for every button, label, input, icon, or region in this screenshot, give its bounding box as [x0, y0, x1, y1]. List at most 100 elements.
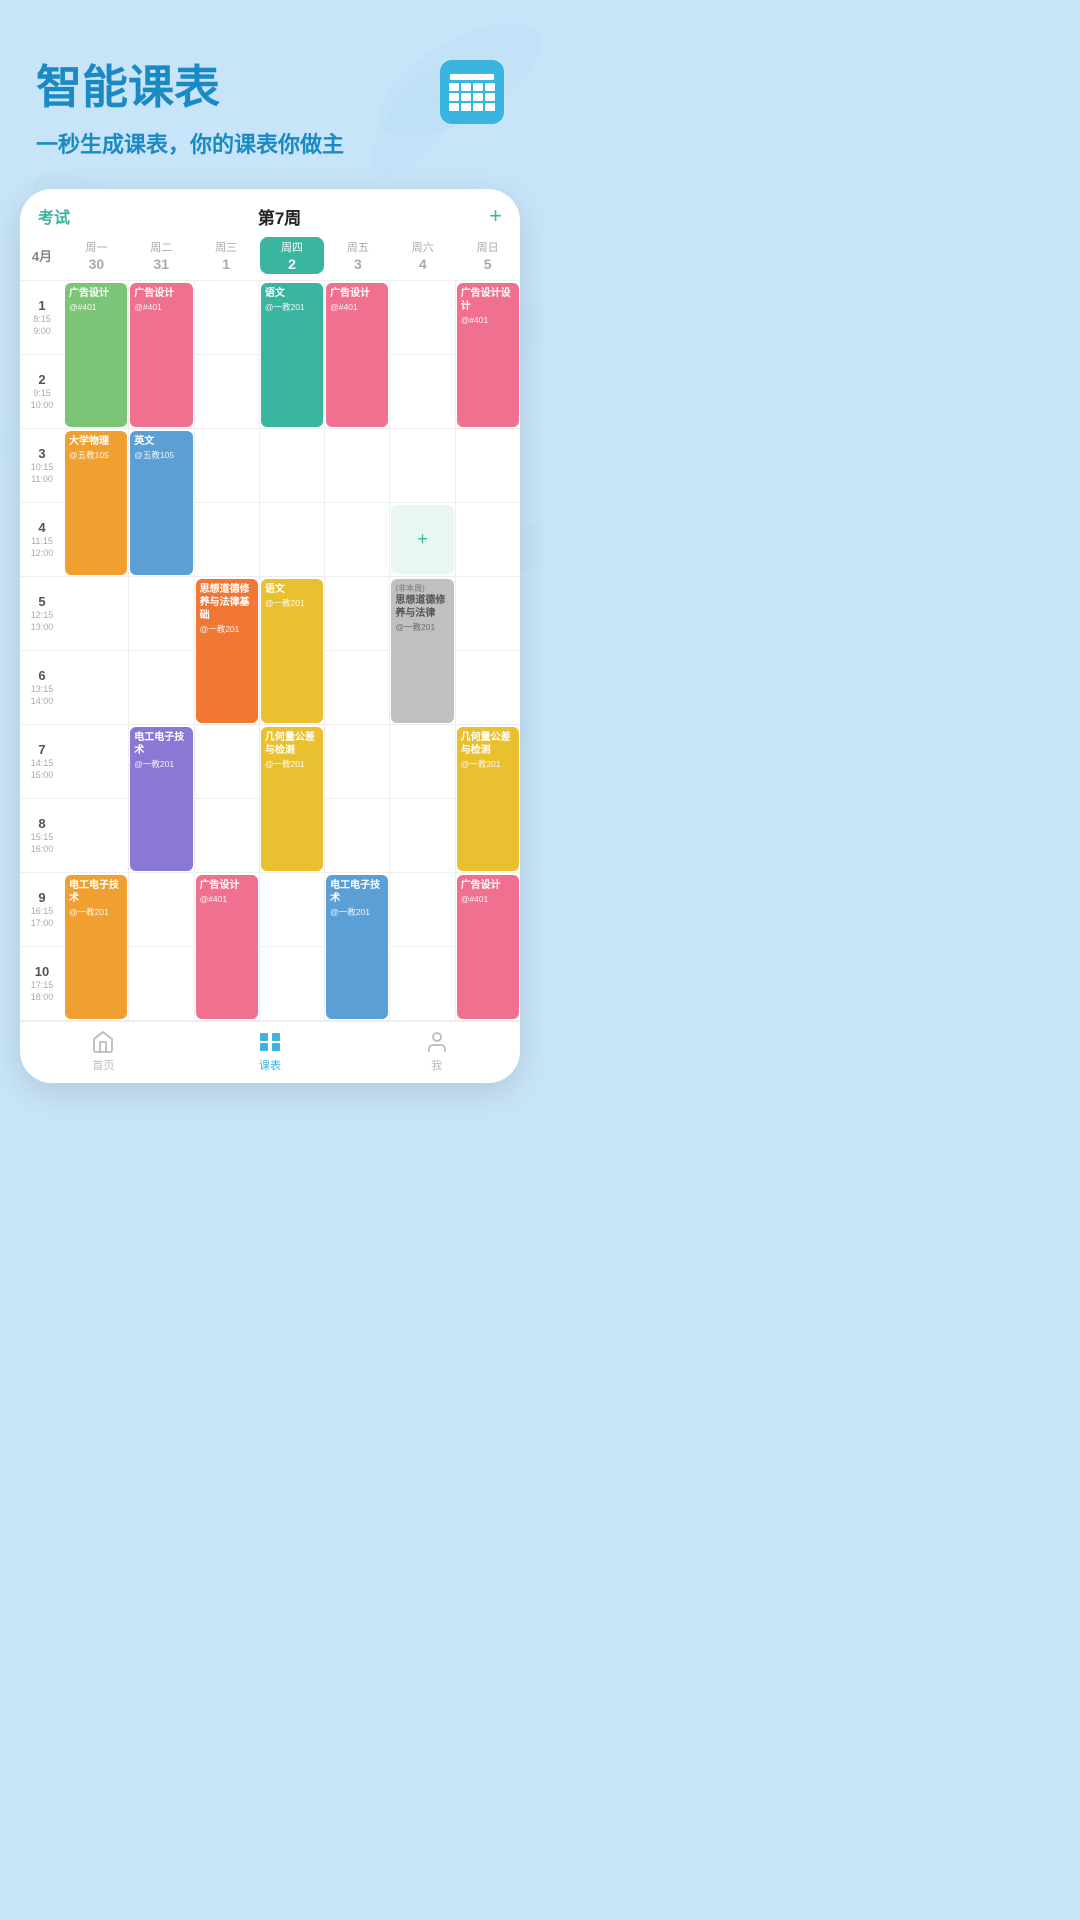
- thu-slot-5[interactable]: 语文 @一教201: [260, 577, 324, 725]
- profile-icon: [425, 1030, 449, 1054]
- mon-slot-1[interactable]: 广告设计 @#401: [64, 281, 128, 429]
- time-slot-10: 10 17:15 18:00: [20, 947, 64, 1021]
- mon-slot-8: [64, 799, 128, 873]
- fri-slot-9[interactable]: 电工电子技术 @一教201: [325, 873, 389, 1021]
- add-course-button[interactable]: +: [489, 203, 502, 229]
- bottom-navigation: 首页 课表 我: [20, 1021, 520, 1083]
- calendar-icon-box[interactable]: [440, 60, 504, 124]
- app-title: 智能课表: [36, 60, 504, 115]
- time-slot-9: 9 16:15 17:00: [20, 873, 64, 947]
- course-ywentue[interactable]: 英文 @五教105: [130, 431, 192, 575]
- course-ggsjtue[interactable]: 广告设计 @#401: [130, 283, 192, 427]
- fri-slot-4: [325, 503, 389, 577]
- day-header-mon: 周一 30: [64, 237, 129, 274]
- sun-slot-9[interactable]: 广告设计 @#401: [456, 873, 520, 1021]
- header-section: 智能课表 一秒生成课表，你的课表你做主: [0, 0, 540, 179]
- wed-slot-3: [195, 429, 259, 503]
- day-header-sun: 周日 5: [455, 237, 520, 274]
- wed-slot-5[interactable]: 思想道德修养与法律基础 @一教201: [195, 577, 259, 725]
- schedule-icon: [258, 1030, 282, 1054]
- nav-item-home[interactable]: 首页: [20, 1030, 187, 1073]
- time-slot-5: 5 12:15 13:00: [20, 577, 64, 651]
- sun-slot-5: [456, 577, 520, 651]
- day-col-friday: 广告设计 @#401 电工电子技术 @一教201: [325, 281, 390, 1021]
- nav-item-profile[interactable]: 我: [353, 1030, 520, 1073]
- fri-slot-1[interactable]: 广告设计 @#401: [325, 281, 389, 429]
- sat-slot-1: [390, 281, 454, 355]
- time-slot-1: 1 8:15 9:00: [20, 281, 64, 355]
- fri-slot-8: [325, 799, 389, 873]
- sat-slot-3: [390, 429, 454, 503]
- mon-slot-9[interactable]: 电工电子技术 @一教201: [64, 873, 128, 1021]
- wed-slot-8: [195, 799, 259, 873]
- wed-slot-2: [195, 355, 259, 429]
- course-ggsjfri[interactable]: 广告设计 @#401: [326, 283, 388, 427]
- sun-slot-7[interactable]: 几何量公差与检测 @一教201: [456, 725, 520, 873]
- course-ggsjwed[interactable]: 广告设计 @#401: [196, 875, 258, 1019]
- nav-item-schedule[interactable]: 课表: [187, 1030, 354, 1073]
- course-ggsjmon[interactable]: 广告设计 @#401: [65, 283, 127, 427]
- day-col-tuesday: 广告设计 @#401 英文 @五教105: [129, 281, 194, 1021]
- course-ywenthu[interactable]: 语文 @一教201: [261, 283, 323, 427]
- day-header-row: 4月 周一 30 周二 31 周三 1 周四 2 周五 3 周六 4 周日 5: [20, 237, 520, 280]
- time-slot-7: 7 14:15 15:00: [20, 725, 64, 799]
- thu-slot-7[interactable]: 几何量公差与检测 @一教201: [260, 725, 324, 873]
- sun-slot-3: [456, 429, 520, 503]
- schedule-grid: 1 8:15 9:00 2 9:15 10:00 3 10:15 11:00 4…: [20, 280, 520, 1021]
- tue-slot-3[interactable]: 英文 @五教105: [129, 429, 193, 577]
- course-sxddsat[interactable]: (非本周) 思想道德修养与法律 @一教201: [391, 579, 453, 723]
- course-dgdztue[interactable]: 电工电子技术 @一教201: [130, 727, 192, 871]
- course-ggsjsun[interactable]: 广告设计设计 @#401: [457, 283, 519, 427]
- time-slot-4: 4 11:15 12:00: [20, 503, 64, 577]
- day-header-sat: 周六 4: [390, 237, 455, 274]
- day-col-wednesday: 思想道德修养与法律基础 @一教201 广告设计 @#401: [195, 281, 260, 1021]
- nav-label-profile: 我: [431, 1057, 442, 1073]
- sat-slot-5[interactable]: (非本周) 思想道德修养与法律 @一教201: [390, 577, 454, 725]
- tue-slot-9: [129, 873, 193, 947]
- phone-mockup: 考试 第7周 + 4月 周一 30 周二 31 周三 1 周四 2 周五 3 周…: [20, 189, 520, 1083]
- wed-slot-1: [195, 281, 259, 355]
- fri-slot-3: [325, 429, 389, 503]
- thu-slot-10: [260, 947, 324, 1021]
- course-dxwlmon[interactable]: 大学物理 @五教105: [65, 431, 127, 575]
- mon-slot-3[interactable]: 大学物理 @五教105: [64, 429, 128, 577]
- course-ggsjsun9[interactable]: 广告设计 @#401: [457, 875, 519, 1019]
- thu-slot-4: [260, 503, 324, 577]
- days-grid: 广告设计 @#401 大学物理 @五教105: [64, 281, 520, 1021]
- month-label: 4月: [32, 246, 52, 265]
- course-dgdzfri[interactable]: 电工电子技术 @一教201: [326, 875, 388, 1019]
- tue-slot-1[interactable]: 广告设计 @#401: [129, 281, 193, 429]
- mon-slot-5: [64, 577, 128, 651]
- tue-slot-7[interactable]: 电工电子技术 @一教201: [129, 725, 193, 873]
- sat-slot-10: [390, 947, 454, 1021]
- fri-slot-6: [325, 651, 389, 725]
- course-jhlsun[interactable]: 几何量公差与检测 @一教201: [457, 727, 519, 871]
- sat-slot-4[interactable]: +: [390, 503, 454, 577]
- thu-slot-1[interactable]: 语文 @一教201: [260, 281, 324, 429]
- home-icon: [91, 1030, 115, 1054]
- day-header-wed: 周三 1: [194, 237, 259, 274]
- course-sxddwed[interactable]: 思想道德修养与法律基础 @一教201: [196, 579, 258, 723]
- time-slot-8: 8 15:15 16:00: [20, 799, 64, 873]
- wed-slot-4: [195, 503, 259, 577]
- day-header-thu: 周四 2: [260, 237, 325, 274]
- add-course-placeholder[interactable]: +: [391, 505, 453, 574]
- day-col-sunday: 广告设计设计 @#401 几何量公差与检测 @一教201: [456, 281, 520, 1021]
- wed-slot-9[interactable]: 广告设计 @#401: [195, 873, 259, 1021]
- sun-slot-1[interactable]: 广告设计设计 @#401: [456, 281, 520, 429]
- app-subtitle: 一秒生成课表，你的课表你做主: [36, 127, 504, 159]
- thu-slot-3: [260, 429, 324, 503]
- time-slot-3: 3 10:15 11:00: [20, 429, 64, 503]
- month-header: 4月: [20, 237, 64, 274]
- tue-slot-10: [129, 947, 193, 1021]
- time-column: 1 8:15 9:00 2 9:15 10:00 3 10:15 11:00 4…: [20, 281, 64, 1021]
- nav-label-schedule: 课表: [259, 1057, 281, 1073]
- exam-button[interactable]: 考试: [38, 204, 70, 228]
- course-ywthu5[interactable]: 语文 @一教201: [261, 579, 323, 723]
- time-slot-2: 2 9:15 10:00: [20, 355, 64, 429]
- course-jhlthul7[interactable]: 几何量公差与检测 @一教201: [261, 727, 323, 871]
- day-header-tue: 周二 31: [129, 237, 194, 274]
- thu-slot-9: [260, 873, 324, 947]
- course-dgdzsmon[interactable]: 电工电子技术 @一教201: [65, 875, 127, 1019]
- day-col-saturday: + (非本周) 思想道德修养与法律 @一教201: [390, 281, 455, 1021]
